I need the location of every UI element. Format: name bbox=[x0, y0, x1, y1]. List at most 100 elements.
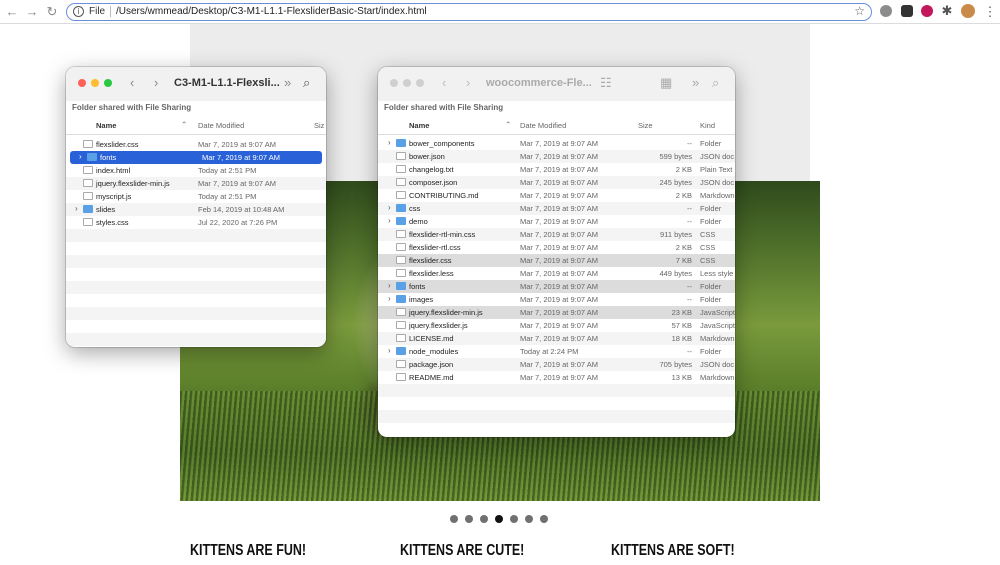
slider-dot[interactable] bbox=[480, 515, 488, 523]
file-row[interactable]: › slides Feb 14, 2019 at 10:48 AM bbox=[66, 203, 326, 216]
file-date: Mar 7, 2019 at 9:07 AM bbox=[520, 360, 598, 369]
file-row[interactable]: myscript.js Today at 2:51 PM bbox=[66, 190, 326, 203]
empty-row bbox=[66, 320, 326, 333]
file-date: Jul 22, 2020 at 7:26 PM bbox=[198, 218, 278, 227]
disclosure-icon[interactable]: › bbox=[79, 152, 82, 161]
file-row[interactable]: jquery.flexslider-min.js Mar 7, 2019 at 9… bbox=[378, 306, 735, 319]
disclosure-icon[interactable]: › bbox=[388, 294, 391, 303]
back-button[interactable]: ← bbox=[4, 4, 20, 20]
disclosure-icon[interactable]: › bbox=[388, 138, 391, 147]
extension-icon-3[interactable] bbox=[921, 5, 933, 17]
file-row[interactable]: jquery.flexslider-min.js Mar 7, 2019 at 9… bbox=[66, 177, 326, 190]
file-row[interactable]: flexslider.css Mar 7, 2019 at 9:07 AM 7 KB… bbox=[378, 254, 735, 267]
column-size[interactable]: Siz bbox=[314, 121, 324, 130]
back-chevron-icon[interactable]: ‹ bbox=[442, 75, 446, 90]
minimize-button[interactable] bbox=[91, 79, 99, 87]
file-row[interactable]: › css Mar 7, 2019 at 9:07 AM -- Folder bbox=[378, 202, 735, 215]
bookmark-star-icon[interactable]: ☆ bbox=[854, 4, 865, 18]
group-icon[interactable]: ▦ bbox=[660, 75, 672, 91]
disclosure-icon[interactable]: › bbox=[388, 203, 391, 212]
slider-dot[interactable] bbox=[495, 515, 503, 523]
forward-chevron-icon[interactable]: › bbox=[466, 75, 470, 90]
reload-button[interactable]: ↻ bbox=[44, 4, 60, 20]
forward-chevron-icon[interactable]: › bbox=[154, 75, 158, 90]
disclosure-icon[interactable]: › bbox=[388, 281, 391, 290]
url-text[interactable]: /Users/wmmead/Desktop/C3-M1-L1.1-Flexsli… bbox=[116, 6, 427, 17]
disclosure-icon[interactable]: › bbox=[75, 204, 78, 213]
profile-avatar[interactable] bbox=[961, 4, 975, 18]
file-name: flexslider-rtl.css bbox=[409, 243, 461, 252]
search-icon[interactable]: ⌕ bbox=[712, 75, 719, 91]
disclosure-icon[interactable]: › bbox=[388, 346, 391, 355]
column-name[interactable]: Name bbox=[96, 121, 116, 130]
column-date[interactable]: Date Modified bbox=[198, 121, 244, 130]
window-title: C3-M1-L1.1-Flexsli... bbox=[174, 77, 280, 89]
slider-dot[interactable] bbox=[540, 515, 548, 523]
folder-icon bbox=[396, 139, 406, 147]
disclosure-icon[interactable]: › bbox=[388, 216, 391, 225]
column-size[interactable]: Size bbox=[638, 121, 653, 130]
close-button[interactable] bbox=[78, 79, 86, 87]
file-row[interactable]: › demo Mar 7, 2019 at 9:07 AM -- Folder bbox=[378, 215, 735, 228]
file-row[interactable]: CONTRIBUTING.md Mar 7, 2019 at 9:07 AM 2 K… bbox=[378, 189, 735, 202]
file-kind: Less style bbox=[700, 269, 734, 278]
file-kind: Markdown bbox=[700, 334, 735, 343]
zoom-button[interactable] bbox=[416, 79, 424, 87]
column-name[interactable]: Name bbox=[409, 121, 429, 130]
file-row[interactable]: › images Mar 7, 2019 at 9:07 AM -- Folder bbox=[378, 293, 735, 306]
file-row[interactable]: jquery.flexslider.js Mar 7, 2019 at 9:07 … bbox=[378, 319, 735, 332]
file-row[interactable]: index.html Today at 2:51 PM bbox=[66, 164, 326, 177]
file-kind: JavaScript bbox=[700, 321, 735, 330]
file-row[interactable]: LICENSE.md Mar 7, 2019 at 9:07 AM 18 KB Mar… bbox=[378, 332, 735, 345]
file-row[interactable]: › bower_components Mar 7, 2019 at 9:07 AM -… bbox=[378, 137, 735, 150]
info-icon[interactable]: i bbox=[73, 6, 84, 17]
file-row[interactable]: › node_modules Today at 2:24 PM -- Folder bbox=[378, 345, 735, 358]
document-icon bbox=[396, 243, 406, 251]
column-kind[interactable]: Kind bbox=[700, 121, 715, 130]
browser-menu-icon[interactable]: ⋮ bbox=[982, 4, 998, 20]
extension-icon-2[interactable] bbox=[901, 5, 913, 17]
file-kind: Markdown bbox=[700, 373, 735, 382]
file-row[interactable]: README.md Mar 7, 2019 at 9:07 AM 13 KB Mark… bbox=[378, 371, 735, 384]
back-chevron-icon[interactable]: ‹ bbox=[130, 75, 134, 90]
slider-dot[interactable] bbox=[465, 515, 473, 523]
extension-icon-1[interactable] bbox=[880, 5, 892, 17]
extensions-puzzle-icon[interactable]: ✱ bbox=[939, 3, 955, 19]
more-toolbar-icon[interactable]: » bbox=[284, 75, 291, 90]
finder-titlebar[interactable]: ‹ › C3-M1-L1.1-Flexsli... » ⌕ bbox=[66, 67, 326, 101]
finder-titlebar[interactable]: ‹ › woocommerce-Fle... ☷ ▦ » ⌕ bbox=[378, 67, 735, 101]
column-date[interactable]: Date Modified bbox=[520, 121, 566, 130]
file-row[interactable]: changelog.txt Mar 7, 2019 at 9:07 AM 2 KB P… bbox=[378, 163, 735, 176]
close-button[interactable] bbox=[390, 79, 398, 87]
zoom-button[interactable] bbox=[104, 79, 112, 87]
minimize-button[interactable] bbox=[403, 79, 411, 87]
file-row[interactable]: › fonts Mar 7, 2019 at 9:07 AM bbox=[70, 151, 322, 164]
slider-dot[interactable] bbox=[450, 515, 458, 523]
file-name: CONTRIBUTING.md bbox=[409, 191, 479, 200]
address-bar[interactable]: i File /Users/wmmead/Desktop/C3-M1-L1.1-… bbox=[66, 3, 872, 21]
slider-dot[interactable] bbox=[525, 515, 533, 523]
more-toolbar-icon[interactable]: » bbox=[692, 75, 699, 90]
document-icon bbox=[83, 166, 93, 174]
search-icon[interactable]: ⌕ bbox=[303, 75, 310, 91]
finder-window-right[interactable]: ‹ › woocommerce-Fle... ☷ ▦ » ⌕ Folder sh… bbox=[378, 67, 735, 437]
file-row[interactable]: package.json Mar 7, 2019 at 9:07 AM 705 by… bbox=[378, 358, 735, 371]
empty-row bbox=[66, 294, 326, 307]
file-row[interactable]: › fonts Mar 7, 2019 at 9:07 AM -- Folder bbox=[378, 280, 735, 293]
file-size: -- bbox=[687, 295, 692, 304]
file-row[interactable]: bower.json Mar 7, 2019 at 9:07 AM 599 byte… bbox=[378, 150, 735, 163]
list-view-icon[interactable]: ☷ bbox=[600, 75, 612, 91]
browser-toolbar: ← → ↻ i File /Users/wmmead/Desktop/C3-M1… bbox=[0, 0, 1000, 24]
file-row[interactable]: composer.json Mar 7, 2019 at 9:07 AM 245 b… bbox=[378, 176, 735, 189]
file-date: Mar 7, 2019 at 9:07 AM bbox=[520, 139, 598, 148]
file-date: Mar 7, 2019 at 9:07 AM bbox=[520, 308, 598, 317]
caption-fun: KITTENS ARE FUN! bbox=[190, 542, 307, 559]
file-row[interactable]: flexslider.less Mar 7, 2019 at 9:07 AM 449… bbox=[378, 267, 735, 280]
file-row[interactable]: flexslider-rtl-min.css Mar 7, 2019 at 9:0… bbox=[378, 228, 735, 241]
finder-window-left[interactable]: ‹ › C3-M1-L1.1-Flexsli... » ⌕ Folder sha… bbox=[66, 67, 326, 347]
slider-dot[interactable] bbox=[510, 515, 518, 523]
forward-button[interactable]: → bbox=[24, 4, 40, 20]
file-row[interactable]: flexslider-rtl.css Mar 7, 2019 at 9:07 AM… bbox=[378, 241, 735, 254]
file-row[interactable]: flexslider.css Mar 7, 2019 at 9:07 AM bbox=[66, 138, 326, 151]
file-row[interactable]: styles.css Jul 22, 2020 at 7:26 PM bbox=[66, 216, 326, 229]
